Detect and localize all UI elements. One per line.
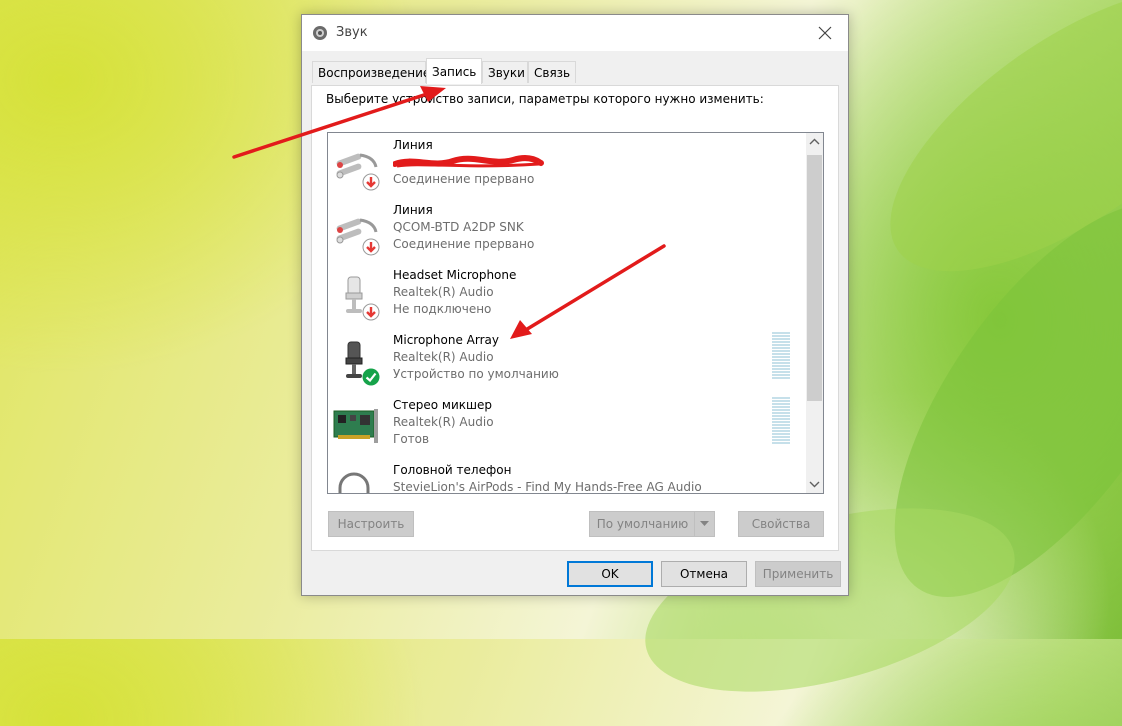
- sound-dialog: Звук Воспроизведение Запись Звуки Связь …: [301, 14, 849, 596]
- device-item-line-1[interactable]: Линия Соединение прервано: [328, 133, 802, 198]
- device-list[interactable]: Линия Соединение прервано Линия QCOM-BTD…: [327, 132, 824, 494]
- set-default-label: По умолчанию: [596, 517, 689, 531]
- device-status: Готов: [393, 432, 430, 446]
- scroll-thumb[interactable]: [807, 155, 822, 401]
- device-name: Линия: [393, 203, 433, 217]
- device-status: Не подключено: [393, 302, 492, 316]
- instruction-text: Выберите устройство записи, параметры ко…: [326, 92, 764, 106]
- close-button[interactable]: [802, 15, 848, 51]
- tab-recording[interactable]: Запись: [426, 58, 482, 84]
- headphones-icon: [338, 472, 370, 493]
- disconnected-badge-icon: [362, 173, 380, 191]
- device-name: Стерео микшер: [393, 398, 492, 412]
- device-item-line-2[interactable]: Линия QCOM-BTD A2DP SNK Соединение прерв…: [328, 198, 802, 263]
- redaction-scribble: [393, 155, 544, 168]
- cancel-button[interactable]: Отмена: [661, 561, 747, 587]
- device-item-headphones[interactable]: Головной телефон StevieLion's AirPods - …: [328, 458, 802, 494]
- scroll-down-button[interactable]: [806, 476, 823, 493]
- tab-communications[interactable]: Связь: [528, 61, 576, 83]
- disconnected-badge-icon: [362, 303, 380, 321]
- device-text: Headset Microphone Realtek(R) Audio Не п…: [393, 267, 516, 318]
- scroll-up-button[interactable]: [806, 133, 823, 150]
- apply-button[interactable]: Применить: [755, 561, 841, 587]
- title-bar: Звук: [302, 15, 848, 51]
- device-status: Устройство по умолчанию: [393, 367, 559, 381]
- properties-button[interactable]: Свойства: [738, 511, 824, 537]
- device-driver: Realtek(R) Audio: [393, 350, 494, 364]
- tab-sounds[interactable]: Звуки: [482, 61, 528, 83]
- level-meter: [772, 332, 790, 382]
- device-name: Линия: [393, 138, 433, 152]
- device-driver: Realtek(R) Audio: [393, 415, 494, 429]
- device-status: Соединение прервано: [393, 172, 535, 186]
- device-item-microphone-array[interactable]: Microphone Array Realtek(R) Audio Устрой…: [328, 328, 802, 393]
- default-check-icon: [362, 368, 380, 386]
- device-driver-redacted: [393, 154, 544, 171]
- tab-playback[interactable]: Воспроизведение: [312, 61, 430, 83]
- device-text: Стерео микшер Realtek(R) Audio Готов: [393, 397, 494, 448]
- device-name: Headset Microphone: [393, 268, 517, 282]
- device-driver: Realtek(R) Audio: [393, 285, 494, 299]
- close-icon: [818, 26, 832, 40]
- chevron-down-icon: [809, 481, 820, 488]
- ok-button[interactable]: OK: [567, 561, 653, 587]
- set-default-button[interactable]: По умолчанию: [589, 511, 715, 537]
- configure-button[interactable]: Настроить: [328, 511, 414, 537]
- sound-card-icon: [333, 409, 378, 443]
- recording-panel: Выберите устройство записи, параметры ко…: [311, 85, 839, 551]
- set-default-dropdown[interactable]: [694, 512, 714, 536]
- chevron-down-icon: [700, 521, 709, 526]
- window-title: Звук: [336, 25, 368, 40]
- device-text: Линия Соединение прервано: [393, 137, 544, 188]
- device-name: Головной телефон: [393, 463, 512, 477]
- vertical-scrollbar[interactable]: [806, 133, 823, 493]
- device-item-stereo-mix[interactable]: Стерео микшер Realtek(R) Audio Готов: [328, 393, 802, 458]
- speaker-icon: [313, 26, 327, 40]
- device-driver: QCOM-BTD A2DP SNK: [393, 220, 524, 234]
- disconnected-badge-icon: [362, 238, 380, 256]
- device-text: Линия QCOM-BTD A2DP SNK Соединение прерв…: [393, 202, 534, 253]
- device-status: Соединение прервано: [393, 237, 535, 251]
- chevron-up-icon: [809, 138, 820, 145]
- device-text: Головной телефон StevieLion's AirPods - …: [393, 462, 702, 494]
- device-item-headset-microphone[interactable]: Headset Microphone Realtek(R) Audio Не п…: [328, 263, 802, 328]
- device-name: Microphone Array: [393, 333, 499, 347]
- device-driver: StevieLion's AirPods - Find My Hands-Fre…: [393, 480, 702, 494]
- device-text: Microphone Array Realtek(R) Audio Устрой…: [393, 332, 559, 383]
- level-meter: [772, 397, 790, 447]
